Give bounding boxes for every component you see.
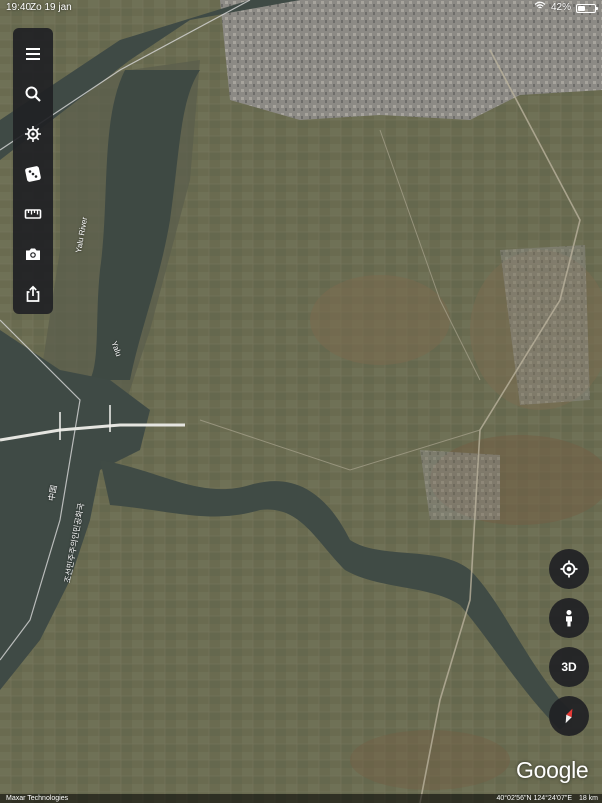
voyager-button[interactable] — [13, 114, 53, 154]
compass-button[interactable] — [549, 696, 589, 736]
search-button[interactable] — [13, 74, 53, 114]
pegman-icon — [566, 610, 572, 627]
street-view-button[interactable] — [549, 598, 589, 638]
satellite-map[interactable] — [0, 0, 602, 803]
status-bar: 19:40 Zo 19 jan 42% — [0, 0, 602, 16]
status-right: 42% — [534, 0, 598, 16]
coordinates-readout: 40°02'56"N 124°24'07"E — [496, 795, 572, 802]
status-date: Zo 19 jan — [30, 2, 72, 13]
ruler-icon — [24, 209, 42, 219]
dice-icon — [25, 166, 41, 182]
google-logo: Google — [516, 757, 589, 783]
camera-icon — [26, 248, 40, 260]
status-time: 19:40 — [6, 2, 32, 13]
compass-icon — [565, 708, 573, 724]
battery-icon — [576, 3, 598, 13]
voyager-icon — [25, 126, 41, 142]
menu-button[interactable] — [13, 34, 53, 74]
search-icon — [25, 86, 41, 102]
battery-percent: 42% — [550, 2, 571, 13]
map-footer: Maxar Technologies 40°02'56"N 124°24'07"… — [0, 794, 602, 803]
share-button[interactable] — [13, 274, 53, 314]
screenshot-button[interactable] — [13, 234, 53, 274]
wifi-icon — [534, 0, 546, 16]
menu-icon — [26, 48, 40, 60]
measure-button[interactable] — [13, 194, 53, 234]
location-target-icon — [560, 560, 578, 578]
share-icon — [26, 285, 40, 302]
toggle-3d-label: 3D — [561, 660, 577, 674]
scale-readout: 18 km — [578, 795, 598, 802]
feeling-lucky-button[interactable] — [13, 154, 53, 194]
imagery-attribution: Maxar Technologies — [6, 795, 69, 802]
left-toolbar — [13, 28, 53, 314]
toggle-3d-button[interactable]: 3D — [549, 647, 589, 687]
my-location-button[interactable] — [549, 549, 589, 589]
